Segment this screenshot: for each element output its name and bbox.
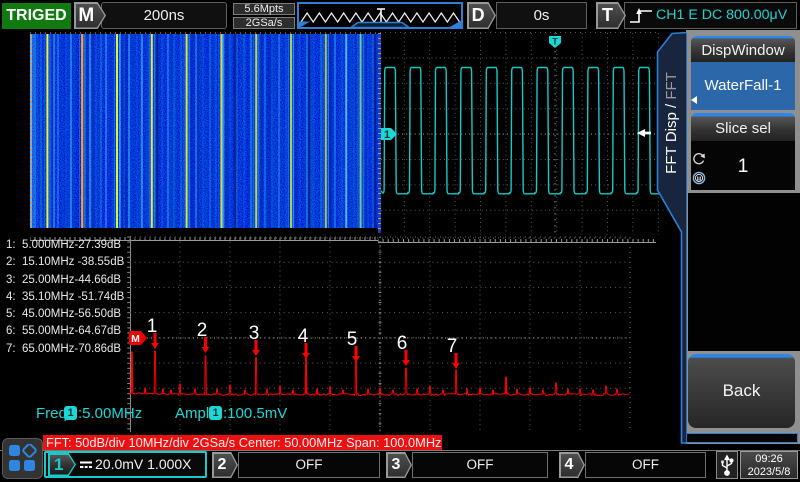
svg-text:6: 6 (397, 333, 408, 354)
svg-text:1: 1 (147, 316, 158, 337)
svg-text:1: 1 (384, 129, 390, 141)
svg-text:4: 4 (298, 326, 309, 347)
svg-text:M: M (131, 333, 140, 345)
svg-text:5: 5 (347, 329, 358, 350)
svg-text:T: T (552, 37, 558, 47)
svg-text:7: 7 (447, 336, 458, 357)
svg-text:2: 2 (197, 320, 208, 341)
svg-text:3: 3 (249, 323, 260, 344)
